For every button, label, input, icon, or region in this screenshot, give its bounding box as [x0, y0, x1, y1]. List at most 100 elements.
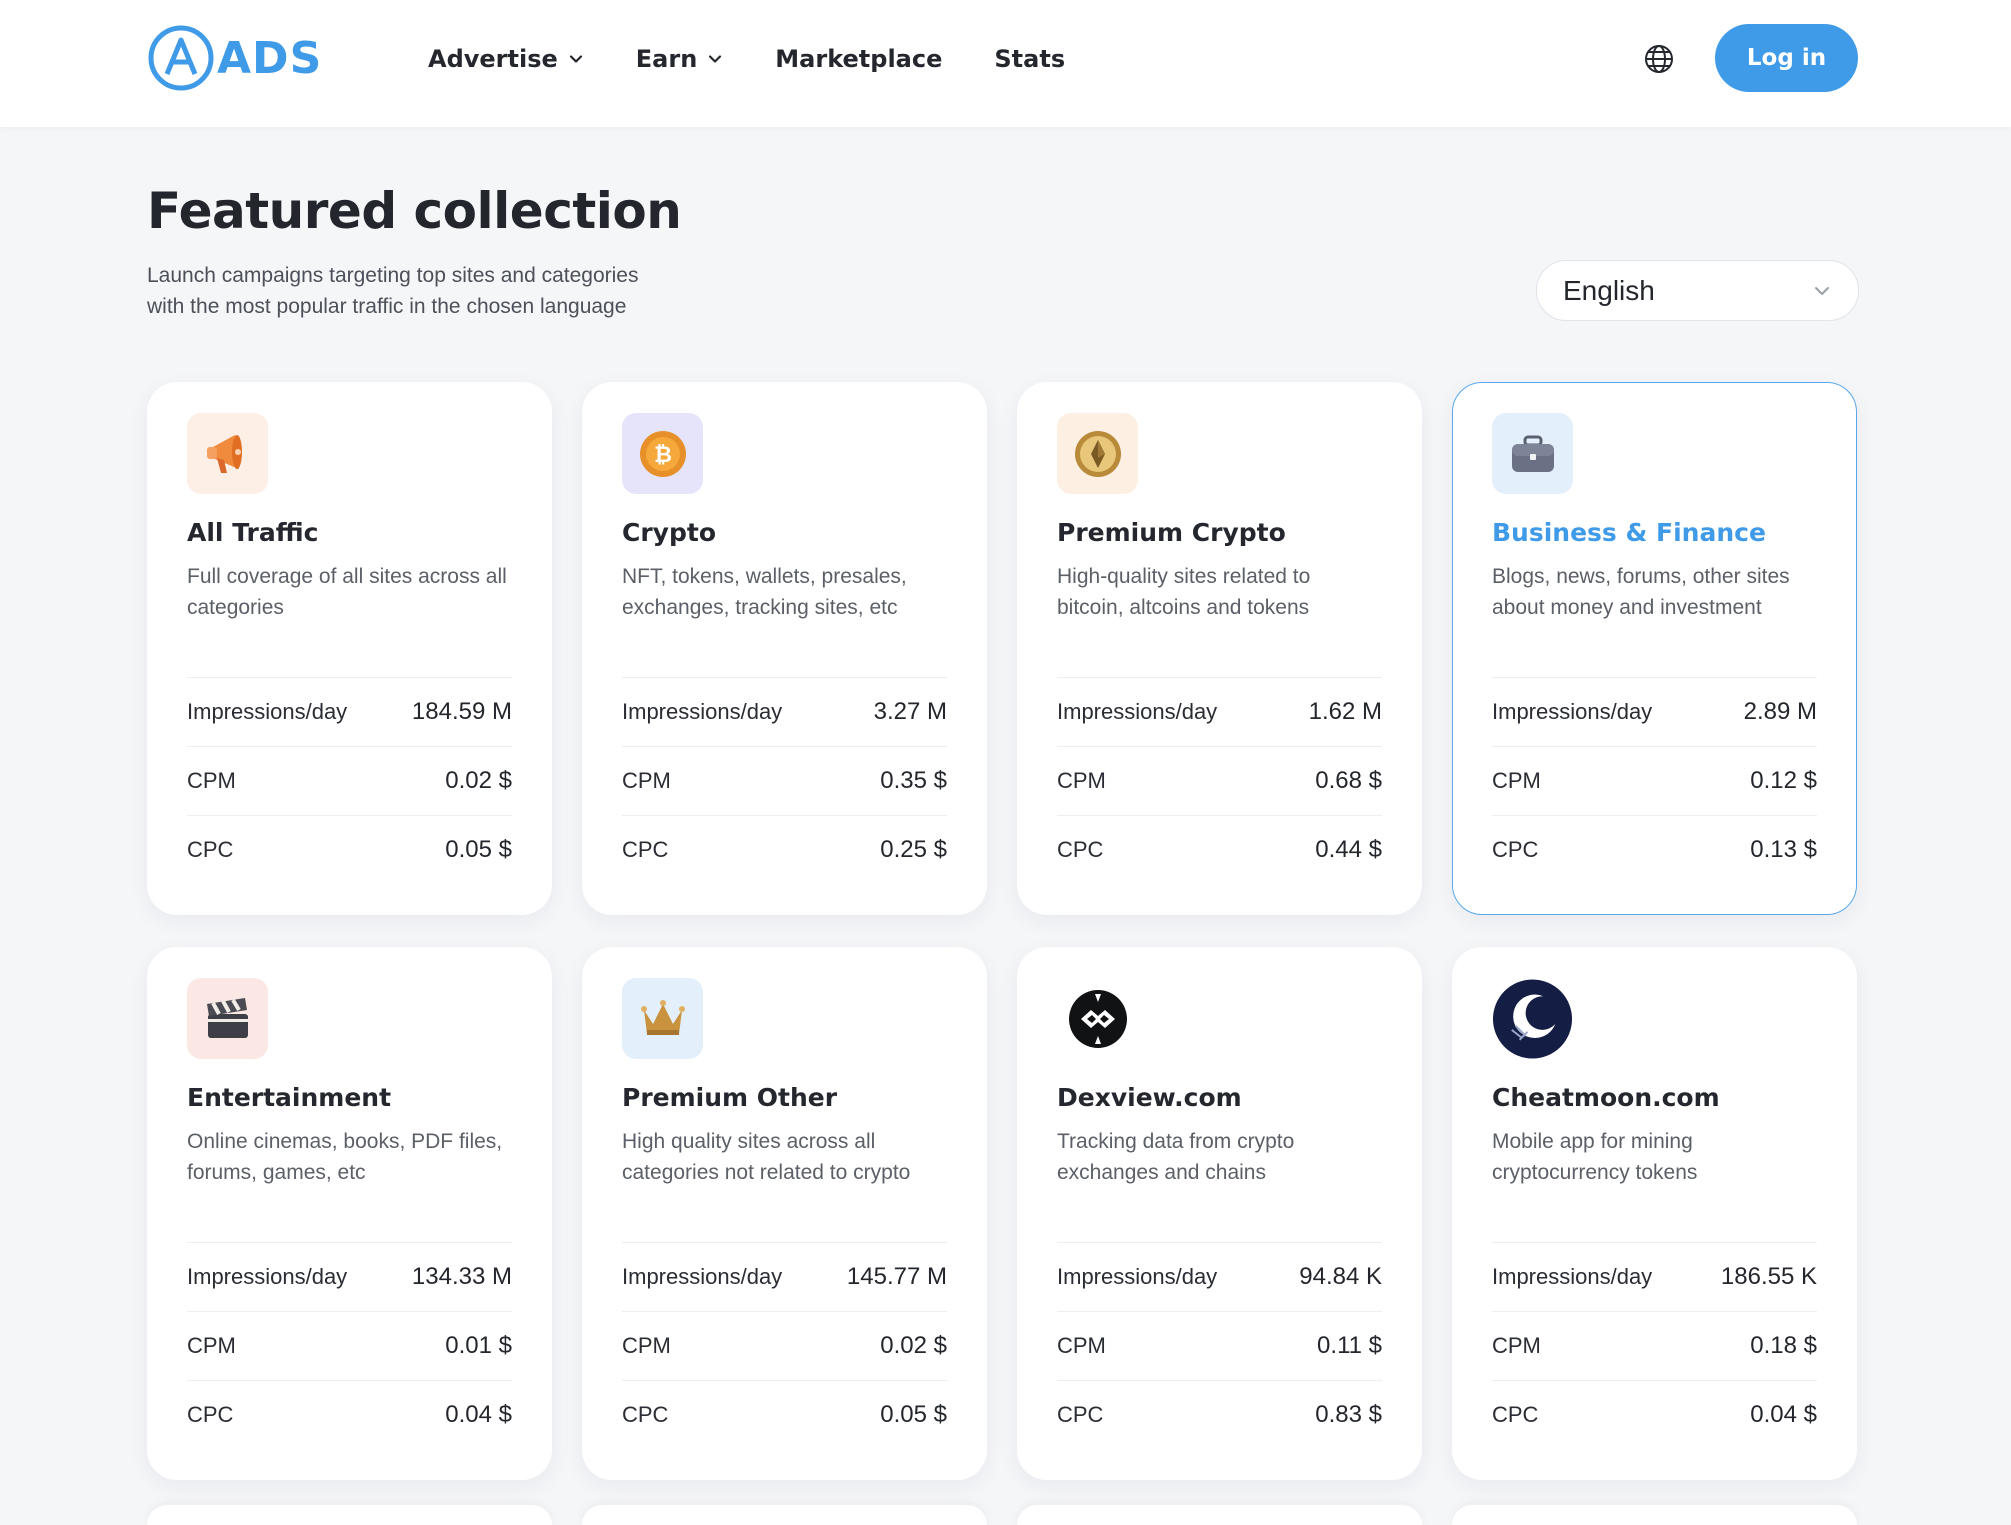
card-stats: Impressions/day 145.77 M CPM 0.02 $ CPC 0.0…: [622, 1242, 947, 1449]
nav-marketplace[interactable]: Marketplace: [775, 45, 942, 73]
stat-row-cpc: CPC 0.83 $: [1057, 1380, 1382, 1449]
bitcoin-coin-icon: ₿: [622, 413, 703, 494]
crown-icon: [622, 978, 703, 1059]
stat-value: 1.62 M: [1308, 698, 1382, 725]
stat-row-cpm: CPM 0.02 $: [187, 746, 512, 815]
stat-value: 2.89 M: [1743, 698, 1817, 725]
stat-label: Impressions/day: [622, 1264, 783, 1289]
nav-stats[interactable]: Stats: [994, 45, 1065, 73]
stat-row-cpc: CPC 0.25 $: [622, 815, 947, 884]
card-title: Crypto: [622, 518, 716, 547]
card-title: Business & Finance: [1492, 518, 1766, 547]
collection-card-dexview[interactable]: Dexview.com Tracking data from crypto ex…: [1017, 947, 1422, 1480]
stat-value: 0.35 $: [880, 767, 947, 794]
stat-label: CPC: [1492, 1402, 1539, 1427]
card-peek: [147, 1505, 552, 1525]
page-subtitle: Launch campaigns targeting top sites and…: [147, 260, 767, 322]
page-title: Featured collection: [147, 182, 682, 240]
nav-earn-label: Earn: [635, 44, 698, 73]
stat-row-impressions: Impressions/day 94.84 K: [1057, 1242, 1382, 1311]
stat-row-impressions: Impressions/day 186.55 K: [1492, 1242, 1817, 1311]
nav-stats-label: Stats: [994, 44, 1066, 73]
stat-value: 0.18 $: [1750, 1332, 1817, 1359]
stat-value: 0.25 $: [880, 836, 947, 863]
collection-card-all-traffic[interactable]: All Traffic Full coverage of all sites a…: [147, 382, 552, 915]
stat-row-cpm: CPM 0.68 $: [1057, 746, 1382, 815]
stat-label: CPM: [1492, 1333, 1541, 1358]
briefcase-icon: [1492, 413, 1573, 494]
gold-coin-icon: [1057, 413, 1138, 494]
stat-row-cpc: CPC 0.13 $: [1492, 815, 1817, 884]
stat-row-cpm: CPM 0.35 $: [622, 746, 947, 815]
stat-row-cpm: CPM 0.12 $: [1492, 746, 1817, 815]
stat-label: CPC: [187, 1402, 234, 1427]
stat-value: 0.83 $: [1315, 1401, 1382, 1428]
language-select-value: English: [1563, 274, 1655, 306]
globe-icon[interactable]: [1643, 43, 1675, 75]
stat-row-impressions: Impressions/day 134.33 M: [187, 1242, 512, 1311]
stat-value: 0.44 $: [1315, 836, 1382, 863]
logo-text: ADS: [217, 32, 323, 84]
collection-grid: All Traffic Full coverage of all sites a…: [147, 382, 1859, 1480]
stat-value: 0.04 $: [1750, 1401, 1817, 1428]
nav-marketplace-label: Marketplace: [775, 44, 943, 73]
nav-earn[interactable]: Earn: [636, 45, 724, 73]
collection-card-premium-other[interactable]: Premium Other High quality sites across …: [582, 947, 987, 1480]
logo-mark-icon: [148, 25, 214, 91]
collection-card-cheatmoon[interactable]: Cheatmoon.com Mobile app for mining cryp…: [1452, 947, 1857, 1480]
stat-row-impressions: Impressions/day 1.62 M: [1057, 677, 1382, 746]
aads-logo[interactable]: ADS: [147, 24, 322, 92]
card-peek: [1452, 1505, 1857, 1525]
card-stats: Impressions/day 94.84 K CPM 0.11 $ CPC 0.83…: [1057, 1242, 1382, 1449]
stat-value: 0.68 $: [1315, 767, 1382, 794]
stat-value: 0.02 $: [880, 1332, 947, 1359]
collection-card-premium-crypto[interactable]: Premium Crypto High-quality sites relate…: [1017, 382, 1422, 915]
stat-value: 3.27 M: [873, 698, 947, 725]
stat-label: Impressions/day: [187, 699, 348, 724]
chevron-down-icon: [709, 54, 722, 63]
card-stats: Impressions/day 1.62 M CPM 0.68 $ CPC 0.44 …: [1057, 677, 1382, 884]
stat-row-cpm: CPM 0.02 $: [622, 1311, 947, 1380]
collection-card-entertainment[interactable]: Entertainment Online cinemas, books, PDF…: [147, 947, 552, 1480]
card-stats: Impressions/day 186.55 K CPM 0.18 $ CPC 0.0…: [1492, 1242, 1817, 1449]
stat-label: CPC: [1057, 837, 1104, 862]
card-peek: [1017, 1505, 1422, 1525]
stat-label: CPM: [187, 768, 236, 793]
stat-label: Impressions/day: [622, 699, 783, 724]
collection-card-business-finance[interactable]: Business & Finance Blogs, news, forums, …: [1452, 382, 1857, 915]
stat-row-impressions: Impressions/day 3.27 M: [622, 677, 947, 746]
language-select[interactable]: English: [1536, 260, 1859, 321]
stat-label: CPC: [1492, 837, 1539, 862]
stat-label: CPC: [622, 1402, 669, 1427]
stat-label: CPM: [1057, 1333, 1106, 1358]
stat-row-cpc: CPC 0.04 $: [1492, 1380, 1817, 1449]
page-subtitle-line: Launch campaigns targeting top sites and…: [147, 264, 639, 287]
stat-label: CPM: [1057, 768, 1106, 793]
stat-label: CPM: [1492, 768, 1541, 793]
stat-value: 0.01 $: [445, 1332, 512, 1359]
collection-card-crypto[interactable]: ₿ Crypto NFT, tokens, wallets, presales,…: [582, 382, 987, 915]
card-description: Blogs, news, forums, other sites about m…: [1492, 565, 1790, 619]
stat-label: Impressions/day: [1057, 1264, 1218, 1289]
card-peek: [582, 1505, 987, 1525]
nav-advertise-label: Advertise: [428, 44, 558, 73]
stat-row-cpc: CPC 0.04 $: [187, 1380, 512, 1449]
stat-label: CPC: [622, 837, 669, 862]
stat-row-cpc: CPC 0.44 $: [1057, 815, 1382, 884]
stat-value: 94.84 K: [1299, 1263, 1382, 1290]
nav-advertise[interactable]: Advertise: [428, 45, 584, 73]
stat-value: 134.33 M: [411, 1263, 512, 1290]
stat-row-impressions: Impressions/day 2.89 M: [1492, 677, 1817, 746]
card-stats: Impressions/day 184.59 M CPM 0.02 $ CPC 0.0…: [187, 677, 512, 884]
stat-row-cpm: CPM 0.11 $: [1057, 1311, 1382, 1380]
stat-value: 0.05 $: [880, 1401, 947, 1428]
page-subtitle-line: with the most popular traffic in the cho…: [147, 295, 627, 318]
stat-label: Impressions/day: [1492, 699, 1653, 724]
stat-label: Impressions/day: [1492, 1264, 1653, 1289]
card-description: Full coverage of all sites across all ca…: [187, 565, 507, 619]
stat-label: CPC: [187, 837, 234, 862]
stat-value: 0.13 $: [1750, 836, 1817, 863]
login-button[interactable]: Log in: [1715, 24, 1858, 92]
stat-value: 0.02 $: [445, 767, 512, 794]
stat-label: CPM: [187, 1333, 236, 1358]
